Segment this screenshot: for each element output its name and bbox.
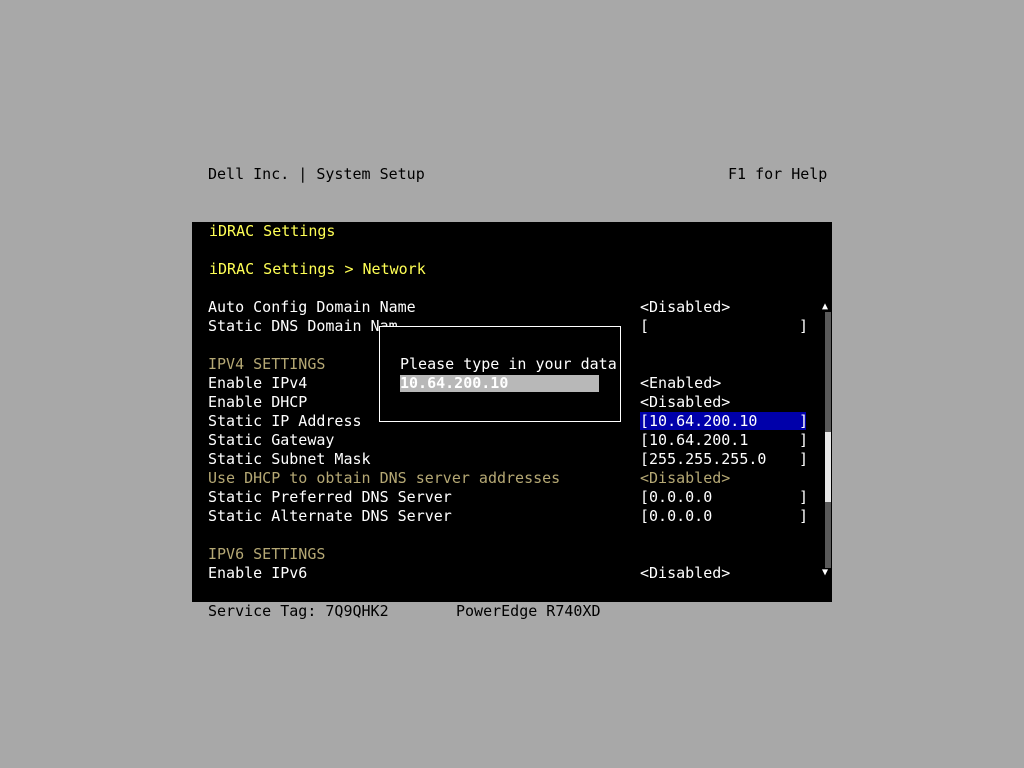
preferred-dns-close: ] [799,488,809,506]
static-dns-domain-name-label: Static DNS Domain Nam [208,317,398,335]
system-setup-screen: Dell Inc. | System Setup F1 for Help iDR… [0,0,1024,768]
input-dialog: Please type in your data 10.64.200.10 [379,326,621,422]
static-dns-domain-name-close: ] [799,317,809,335]
breadcrumb: iDRAC Settings > Network [209,260,426,278]
enable-ipv4-select[interactable]: <Enabled> [640,374,721,393]
scrollbar-thumb[interactable] [825,432,831,502]
static-subnet-mask-field[interactable]: [255.255.255.0 [640,450,766,469]
static-subnet-mask-close: ] [799,450,809,468]
alternate-dns-field[interactable]: [0.0.0.0 [640,507,712,526]
ipv4-settings-header: IPV4 SETTINGS [208,355,326,373]
dialog-input-field[interactable]: 10.64.200.10 [400,375,599,392]
static-ip-address-close: ] [799,412,809,430]
header-title: Dell Inc. | System Setup [208,165,425,183]
auto-config-domain-name-label: Auto Config Domain Name [208,298,416,316]
enable-ipv6-label: Enable IPv6 [208,564,308,582]
static-dns-domain-name-field[interactable]: [ [640,317,649,336]
model-name: PowerEdge R740XD [456,602,601,620]
preferred-dns-label: Static Preferred DNS Server [208,488,452,506]
up-arrow-icon[interactable]: ▲ [822,302,828,312]
preferred-dns-field[interactable]: [0.0.0.0 [640,488,712,507]
static-ip-address-label: Static IP Address [208,412,362,430]
use-dhcp-dns-select: <Disabled> [640,469,731,487]
enable-dhcp-select[interactable]: <Disabled> [640,393,730,412]
static-subnet-mask-label: Static Subnet Mask [208,450,371,468]
enable-ipv6-select[interactable]: <Disabled> [640,564,730,583]
static-gateway-field[interactable]: [10.64.200.1 [640,431,748,450]
alternate-dns-label: Static Alternate DNS Server [208,507,452,525]
service-tag: Service Tag: 7Q9QHK2 [208,602,389,620]
use-dhcp-dns-label: Use DHCP to obtain DNS server addresses [208,469,561,487]
auto-config-domain-name-select[interactable]: <Disabled> [640,298,730,317]
enable-dhcp-label: Enable DHCP [208,393,308,411]
down-arrow-icon[interactable]: ▼ [822,568,828,578]
static-gateway-label: Static Gateway [208,431,335,449]
help-hint[interactable]: F1 for Help [728,165,827,184]
static-gateway-close: ] [799,431,809,449]
enable-ipv4-label: Enable IPv4 [208,374,308,392]
static-ip-address-field[interactable]: [10.64.200.10 [640,412,757,431]
ipv6-settings-header: IPV6 SETTINGS [208,545,326,563]
dialog-prompt: Please type in your data [400,355,617,373]
panel-title: iDRAC Settings [209,222,336,240]
alternate-dns-close: ] [799,507,809,525]
